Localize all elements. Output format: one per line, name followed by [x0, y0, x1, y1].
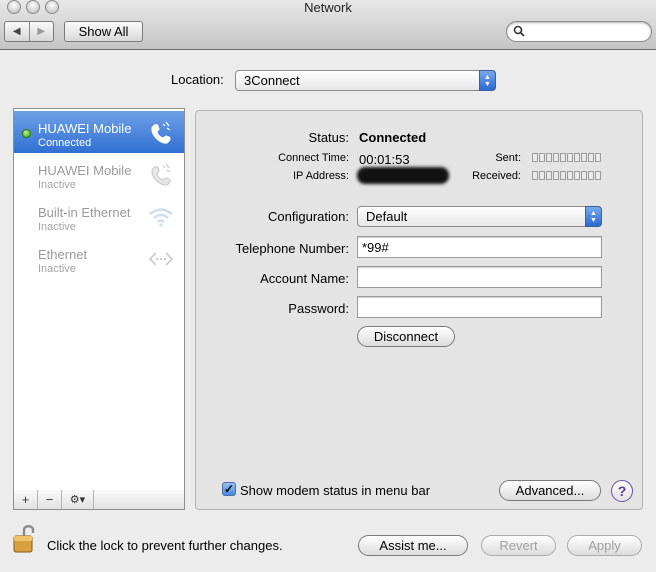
apply-button[interactable]: Apply: [567, 535, 642, 556]
service-item-ethernet[interactable]: Ethernet Inactive: [14, 237, 184, 279]
status-label: Status:: [308, 130, 349, 145]
account-name-label: Account Name:: [260, 271, 349, 286]
received-activity-meter: [532, 171, 601, 180]
disconnect-button[interactable]: Disconnect: [357, 326, 455, 347]
add-service-button[interactable]: +: [14, 490, 38, 509]
service-name: HUAWEI Mobile: [38, 121, 132, 136]
search-icon: [513, 25, 525, 37]
connect-time-label: Connect Time:: [278, 152, 349, 164]
location-label: Location:: [171, 72, 224, 87]
service-status: Inactive: [38, 179, 76, 191]
search-field[interactable]: [506, 21, 652, 42]
lock-icon[interactable]: [12, 522, 38, 556]
window-titlebar: Network ◀ ▶ Show All: [0, 0, 656, 50]
back-arrow-icon: ◀: [12, 26, 21, 37]
ip-address-label: IP Address:: [292, 170, 349, 182]
popup-arrows-icon: ▲ ▼: [479, 70, 496, 91]
ethernet-icon: [148, 252, 174, 266]
service-status: Connected: [38, 137, 92, 149]
revert-button[interactable]: Revert: [481, 535, 556, 556]
service-name: Built-in Ethernet: [38, 205, 131, 220]
service-status: Inactive: [38, 221, 76, 233]
phone-icon: [151, 163, 171, 186]
service-item-huawei-mobile-connected[interactable]: HUAWEI Mobile Connected: [14, 111, 184, 153]
service-list: HUAWEI Mobile Connected HUAWEI Mobile In…: [13, 108, 185, 491]
sent-label: Sent:: [495, 152, 521, 164]
forward-button[interactable]: ▶: [28, 22, 54, 41]
phone-icon: [151, 121, 171, 144]
location-value: 3Connect: [244, 73, 300, 88]
advanced-button[interactable]: Advanced...: [499, 480, 601, 501]
location-popup[interactable]: 3Connect ▲ ▼: [235, 70, 496, 91]
service-name: HUAWEI Mobile: [38, 163, 132, 178]
lock-message: Click the lock to prevent further change…: [47, 538, 283, 553]
service-name: Ethernet: [38, 247, 88, 262]
forward-arrow-icon: ▶: [37, 26, 46, 37]
window-title: Network: [304, 0, 352, 15]
status-value: Connected: [359, 130, 427, 145]
help-button[interactable]: ?: [611, 480, 633, 502]
back-button[interactable]: ◀: [5, 22, 29, 41]
service-item-built-in-ethernet[interactable]: Built-in Ethernet Inactive: [14, 195, 184, 237]
show-modem-status-label: Show modem status in menu bar: [240, 483, 431, 498]
checkmark-icon: ✓: [223, 482, 235, 496]
popup-arrows-icon: ▲ ▼: [585, 206, 602, 227]
connect-time-value: 00:01:53: [359, 152, 410, 167]
configuration-value: Default: [366, 209, 408, 224]
received-label: Received:: [472, 170, 521, 182]
redacted-ip-address: [357, 167, 449, 184]
connected-status-icon: [22, 129, 31, 138]
password-field[interactable]: [357, 296, 602, 318]
password-label: Password:: [288, 301, 349, 316]
telephone-number-field[interactable]: *99#: [357, 236, 602, 258]
wifi-icon: [149, 208, 173, 227]
assist-me-button[interactable]: Assist me...: [358, 535, 468, 556]
service-list-toolbar: + − ⚙▾: [13, 490, 185, 510]
gear-icon[interactable]: ⚙▾: [62, 490, 94, 509]
show-modem-status-checkbox[interactable]: ✓: [222, 482, 236, 496]
account-name-field[interactable]: [357, 266, 602, 288]
show-all-button[interactable]: Show All: [64, 21, 143, 42]
configuration-label: Configuration:: [268, 209, 349, 224]
remove-service-button[interactable]: −: [38, 490, 62, 509]
telephone-number-label: Telephone Number:: [235, 241, 349, 256]
service-item-huawei-mobile-inactive[interactable]: HUAWEI Mobile Inactive: [14, 153, 184, 195]
configuration-popup[interactable]: Default ▲ ▼: [357, 206, 602, 227]
sent-activity-meter: [532, 153, 601, 162]
navigation-buttons: ◀ ▶: [4, 21, 54, 42]
service-status: Inactive: [38, 263, 76, 275]
